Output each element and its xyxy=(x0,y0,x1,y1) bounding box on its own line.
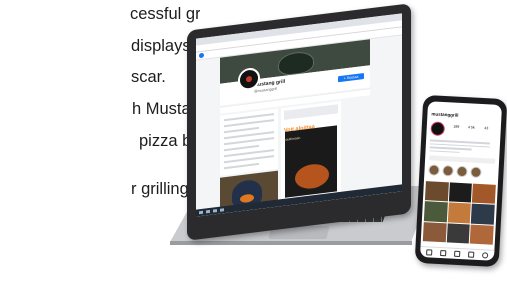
home-icon[interactable] xyxy=(426,249,433,256)
post-header xyxy=(284,104,338,120)
add-icon[interactable] xyxy=(454,250,461,258)
facebook-intro-panel xyxy=(220,108,278,176)
grid-post[interactable] xyxy=(423,201,448,222)
laptop-lid: Mustang grill @mustanggrill + Seuraa Voi… xyxy=(187,3,411,241)
following-count[interactable]: 43 xyxy=(479,126,494,131)
instagram-bottom-nav xyxy=(420,245,495,259)
search-icon[interactable] xyxy=(440,250,447,257)
grid-post[interactable] xyxy=(472,183,496,205)
follow-button[interactable]: + Seuraa xyxy=(338,73,364,83)
story-highlight[interactable] xyxy=(428,164,440,176)
instagram-username: mustanggrill xyxy=(431,111,459,118)
story-highlight[interactable] xyxy=(456,165,468,178)
grid-post[interactable] xyxy=(448,182,473,203)
instagram-avatar[interactable] xyxy=(430,121,446,137)
grid-post[interactable] xyxy=(424,181,449,202)
instagram-follow-button[interactable] xyxy=(429,155,496,164)
promo-text: cessful grilling. displays. scar. h Must… xyxy=(0,0,200,240)
search-icon[interactable] xyxy=(206,209,210,214)
instagram-bio xyxy=(429,137,491,156)
logo-mark-icon xyxy=(246,75,252,83)
text-line-3: scar. xyxy=(131,68,166,86)
profile-icon[interactable] xyxy=(481,252,489,259)
text-line-7: r grilling. xyxy=(131,180,194,198)
laptop-screen: Mustang grill @mustanggrill + Seuraa Voi… xyxy=(196,13,402,217)
instagram-stats: 189 4 5k 43 xyxy=(449,124,497,133)
grid-post[interactable] xyxy=(447,202,472,224)
phone-screen: mustanggrill 189 4 5k 43 xyxy=(419,101,503,261)
text-line-1: cessful grilling. xyxy=(130,5,200,23)
grid-post[interactable] xyxy=(471,203,495,225)
grid-post[interactable] xyxy=(446,223,471,244)
browser-icon[interactable] xyxy=(213,209,217,213)
folder-icon[interactable] xyxy=(220,208,224,212)
text-line-2: displays. xyxy=(131,37,196,55)
facebook-logo-icon[interactable] xyxy=(199,52,204,59)
start-icon[interactable] xyxy=(199,210,203,215)
story-highlight[interactable] xyxy=(470,166,482,179)
grid-post[interactable] xyxy=(422,221,447,243)
reels-icon[interactable] xyxy=(468,251,475,258)
facebook-post[interactable]: Voit aloittaa nauttimaan xyxy=(281,100,341,205)
instagram-post-grid xyxy=(422,181,496,245)
smartphone: mustanggrill 189 4 5k 43 xyxy=(414,94,507,268)
grid-post[interactable] xyxy=(470,224,494,245)
pizza-image xyxy=(295,162,329,191)
posts-count[interactable]: 189 xyxy=(449,124,464,129)
followers-count[interactable]: 4 5k xyxy=(464,125,479,130)
story-highlight[interactable] xyxy=(442,165,454,177)
laptop-lip xyxy=(170,241,412,245)
